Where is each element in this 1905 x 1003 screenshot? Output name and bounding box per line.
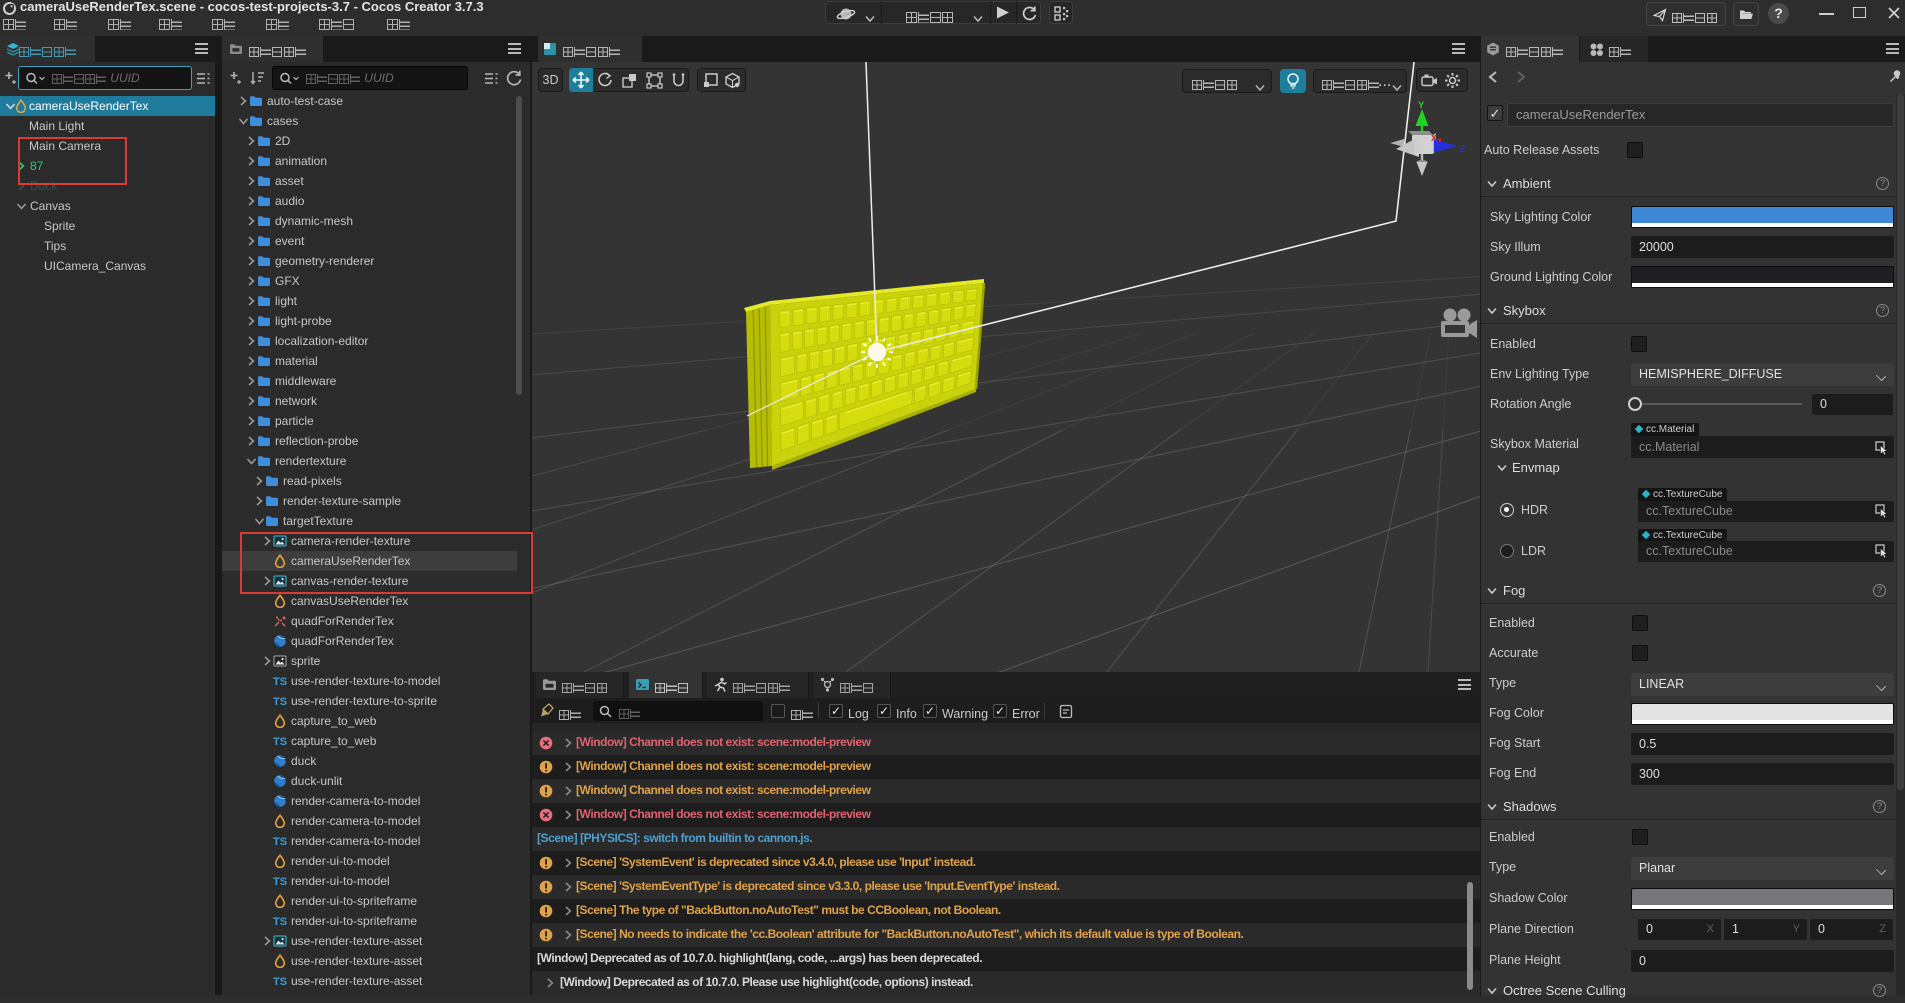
svg-text:TS: TS — [273, 876, 287, 888]
svg-text:TS: TS — [273, 836, 287, 848]
svg-text:TS: TS — [273, 696, 287, 708]
svg-text:TS: TS — [273, 976, 287, 988]
svg-text:TS: TS — [273, 916, 287, 928]
svg-text:TS: TS — [273, 736, 287, 748]
svg-text:Y: Y — [1418, 100, 1425, 111]
svg-text:Z: Z — [1459, 143, 1466, 155]
svg-text:TS: TS — [273, 676, 287, 688]
